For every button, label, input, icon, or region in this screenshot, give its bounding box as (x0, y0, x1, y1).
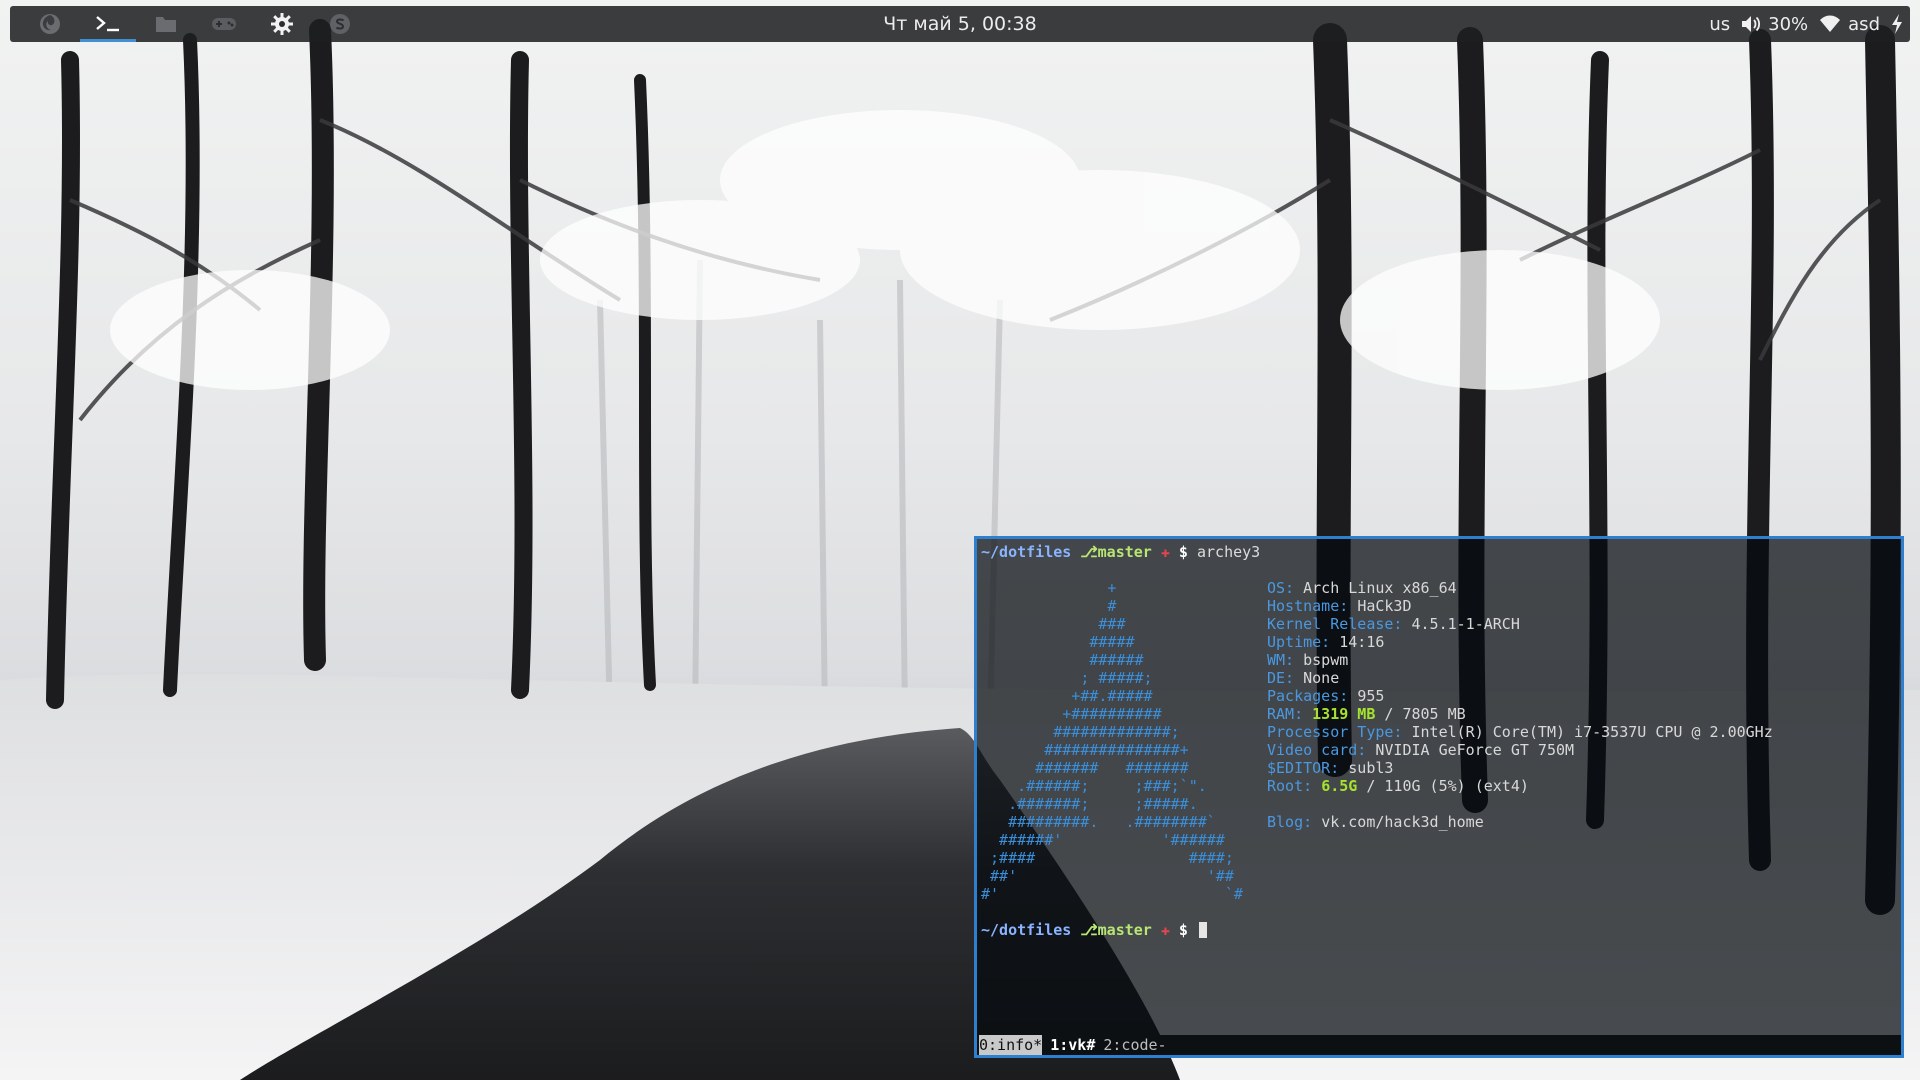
sysinfo-value-highlight: 1319 MB (1312, 705, 1376, 723)
system-info: OS: Arch Linux x86_64 Hostname: HaCk3D Ker… (1267, 579, 1773, 831)
sysinfo-value: vk.com/hack3d_home (1321, 813, 1484, 831)
sysinfo-row: OS: Arch Linux x86_64 (1267, 579, 1773, 597)
sysinfo-row: WM: bspwm (1267, 651, 1773, 669)
skype-launcher[interactable] (312, 6, 368, 42)
volume-indicator[interactable]: 30% (1740, 14, 1808, 35)
speaker-icon (1742, 16, 1761, 32)
sysinfo-key: Processor Type: (1267, 723, 1403, 741)
network-name: asd (1848, 13, 1880, 35)
tmux-window-tab[interactable]: 2:code- (1103, 1035, 1166, 1055)
sysinfo-row: Kernel Release: 4.5.1-1-ARCH (1267, 615, 1773, 633)
terminal-window[interactable]: ~/dotfiles ⎇master ✚ $ archey3 + # ### #… (974, 536, 1904, 1058)
gear-icon (271, 13, 293, 35)
sysinfo-key: $EDITOR: (1267, 759, 1340, 777)
command-text: archey3 (1196, 543, 1261, 561)
sysinfo-key: Kernel Release: (1267, 615, 1403, 633)
sysinfo-row: Hostname: HaCk3D (1267, 597, 1773, 615)
sysinfo-key: Video card: (1267, 741, 1367, 759)
sysinfo-row: Blog: vk.com/hack3d_home (1267, 813, 1773, 831)
games-launcher[interactable] (196, 6, 252, 42)
volume-percent: 30% (1768, 13, 1809, 35)
power-indicator[interactable] (1890, 13, 1904, 35)
gamepad-icon (212, 18, 236, 30)
sysinfo-value: 955 (1357, 687, 1385, 705)
keyboard-layout-indicator[interactable]: us (1709, 14, 1730, 35)
prompt-symbol: $ (1178, 543, 1188, 561)
system-tray: us 30% asd (1709, 6, 1904, 42)
sysinfo-row: $EDITOR: subl3 (1267, 759, 1773, 777)
arch-ascii-logo: + # ### ##### ###### ; #####; +##.##### … (981, 579, 1243, 903)
desktop: Чт май 5, 00:38 us 30% asd ~/dotfiles ⎇m… (0, 0, 1920, 1080)
sysinfo-key: OS: (1267, 579, 1295, 597)
sysinfo-value: subl3 (1348, 759, 1394, 777)
sysinfo-value: None (1303, 669, 1340, 687)
sysinfo-value-highlight: 6.5G (1321, 777, 1358, 795)
sysinfo-key: Root: (1267, 777, 1313, 795)
prompt-git-branch: ⎇master (1080, 543, 1152, 561)
prompt-git-branch: ⎇master (1080, 921, 1152, 939)
top-panel: Чт май 5, 00:38 us 30% asd (10, 6, 1910, 42)
sysinfo-row: Root: 6.5G / 110G (5%) (ext4) (1267, 777, 1773, 795)
sysinfo-value: / 7805 MB (1384, 705, 1466, 723)
firefox-icon (40, 14, 60, 34)
sysinfo-key: Uptime: (1267, 633, 1331, 651)
prompt-path: ~/dotfiles (981, 543, 1072, 561)
folder-icon (156, 17, 176, 32)
tmux-window-tab[interactable]: 1:vk# (1050, 1035, 1095, 1055)
sysinfo-value: / 110G (5%) (ext4) (1366, 777, 1529, 795)
terminal-launcher[interactable] (80, 6, 136, 42)
prompt-symbol: $ (1178, 921, 1188, 939)
sysinfo-key: Blog: (1267, 813, 1313, 831)
sysinfo-key: WM: (1267, 651, 1295, 669)
sysinfo-value: bspwm (1303, 651, 1349, 669)
sysinfo-value: Intel(R) Core(TM) i7-3537U CPU @ 2.00GHz (1411, 723, 1773, 741)
clock-text[interactable]: Чт май 5, 00:38 (883, 13, 1036, 35)
browser-launcher[interactable] (22, 6, 78, 42)
sysinfo-value: 14:16 (1339, 633, 1385, 651)
sysinfo-row: Video card: NVIDIA GeForce GT 750M (1267, 741, 1773, 759)
prompt-path: ~/dotfiles (981, 921, 1072, 939)
sysinfo-key: Hostname: (1267, 597, 1349, 615)
sysinfo-value: HaCk3D (1357, 597, 1412, 615)
prompt-dirty-marker: ✚ (1160, 921, 1170, 939)
prompt-line-active[interactable]: ~/dotfiles ⎇master ✚ $ (981, 921, 1207, 939)
skype-icon (330, 14, 350, 34)
keyboard-layout-label: us (1709, 13, 1731, 35)
sysinfo-key: Packages: (1267, 687, 1349, 705)
sysinfo-row: Uptime: 14:16 (1267, 633, 1773, 651)
wifi-icon (1820, 15, 1841, 32)
prompt-line-command: ~/dotfiles ⎇master ✚ $ archey3 (981, 543, 1260, 561)
file-manager-launcher[interactable] (138, 6, 194, 42)
sysinfo-row: Processor Type: Intel(R) Core(TM) i7-353… (1267, 723, 1773, 741)
sysinfo-row: Packages: 955 (1267, 687, 1773, 705)
sysinfo-value: NVIDIA GeForce GT 750M (1375, 741, 1575, 759)
terminal-icon (96, 15, 119, 31)
lightning-icon (1892, 14, 1902, 34)
sysinfo-row (1267, 795, 1773, 813)
sysinfo-key: DE: (1267, 669, 1295, 687)
sysinfo-value: Arch Linux x86_64 (1303, 579, 1457, 597)
sysinfo-row: RAM: 1319 MB / 7805 MB (1267, 705, 1773, 723)
prompt-dirty-marker: ✚ (1160, 543, 1170, 561)
text-cursor (1198, 922, 1207, 938)
settings-launcher[interactable] (254, 6, 310, 42)
sysinfo-key: RAM: (1267, 705, 1304, 723)
sysinfo-row: DE: None (1267, 669, 1773, 687)
tmux-status-bar: 0:info* 1:vk# 2:code- (977, 1035, 1901, 1055)
network-indicator[interactable]: asd (1818, 14, 1880, 35)
tmux-window-tab[interactable]: 0:info* (979, 1035, 1043, 1055)
sysinfo-value: 4.5.1-1-ARCH (1411, 615, 1520, 633)
